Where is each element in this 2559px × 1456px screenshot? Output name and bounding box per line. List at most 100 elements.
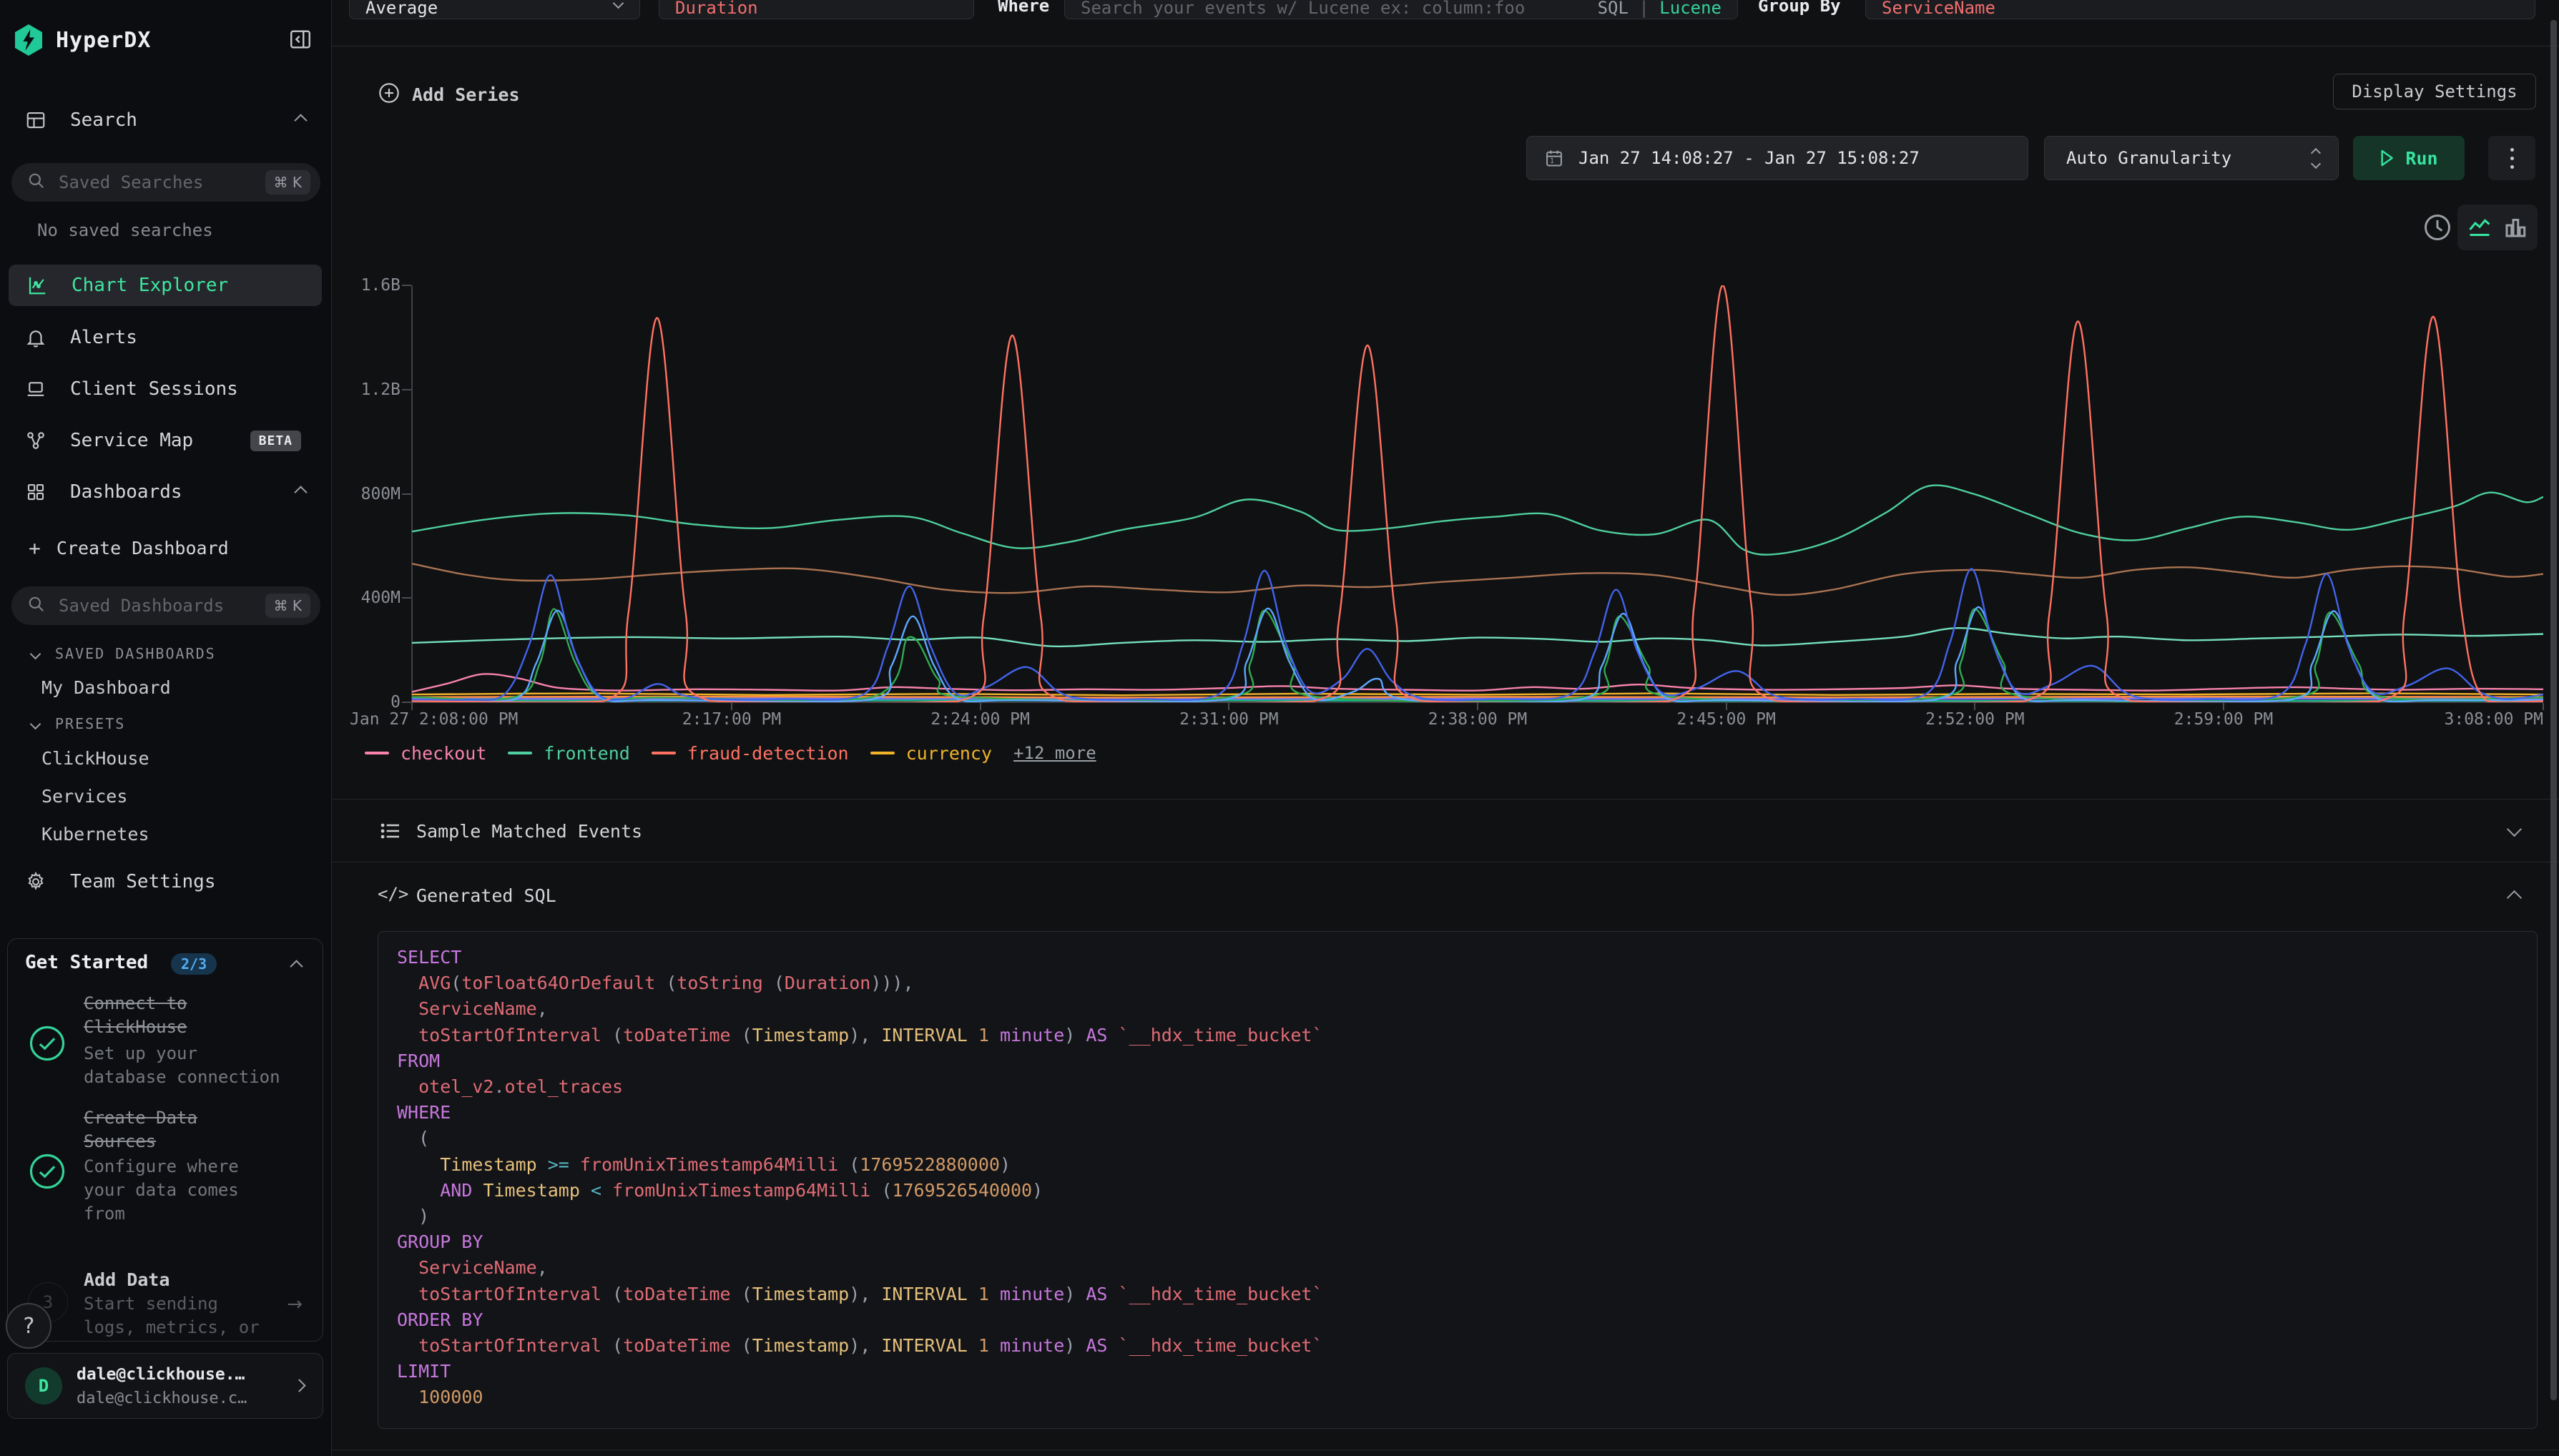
run-button[interactable]: Run (2353, 136, 2465, 180)
field-input[interactable]: Duration (659, 0, 974, 19)
line-chart-icon[interactable] (2467, 215, 2492, 240)
bell-icon (23, 327, 49, 348)
sidebar-item-alerts[interactable]: Alerts (0, 318, 331, 358)
play-icon (2379, 149, 2395, 167)
sql-line: AND Timestamp < fromUnixTimestamp64Milli… (397, 1178, 2518, 1204)
time-format-button[interactable] (2422, 212, 2453, 246)
add-series-label: Add Series (412, 84, 520, 105)
sidebar-item-services[interactable]: Services (41, 786, 127, 807)
chevron-up-icon[interactable] (2507, 890, 2522, 905)
get-started-step-title[interactable]: Connect toClickHouse (84, 992, 187, 1039)
legend-item-currency[interactable]: currency (870, 743, 992, 764)
sql-line: LIMIT (397, 1359, 2518, 1384)
group-by-value: ServiceName (1882, 0, 1995, 18)
sidebar-item-clickhouse[interactable]: ClickHouse (41, 748, 149, 769)
sidebar-item-label: Alerts (70, 327, 137, 348)
sql-line: ) (397, 1204, 2518, 1229)
saved-dashboards-placeholder: Saved Dashboards (59, 596, 265, 616)
hyperdx-logo-icon (11, 23, 46, 60)
sidebar-item-service-map[interactable]: Service Map BETA (0, 420, 331, 461)
sidebar-item-my-dashboard[interactable]: My Dashboard (41, 677, 171, 698)
legend-item-fraud-detection[interactable]: fraud-detection (652, 743, 849, 764)
chevron-down-icon[interactable] (2507, 822, 2522, 837)
sql-line: AVG(toFloat64OrDefault (toString (Durati… (397, 970, 2518, 996)
display-settings-button[interactable]: Display Settings (2333, 74, 2536, 109)
x-tick-label: 2:45:00 PM (1619, 710, 1834, 729)
create-dashboard-button[interactable]: + Create Dashboard (0, 531, 331, 565)
user-card[interactable]: D dale@clickhouse.… dale@clickhouse.c… (7, 1353, 323, 1419)
sidebar-item-client-sessions[interactable]: Client Sessions (0, 369, 331, 409)
timeseries-chart (412, 285, 2543, 702)
legend-item-frontend[interactable]: frontend (508, 743, 629, 764)
get-started-step-title[interactable]: Create DataSources (84, 1106, 197, 1154)
beta-badge: BETA (250, 431, 301, 451)
add-series-button[interactable]: Add Series (378, 80, 520, 109)
legend-label: frontend (544, 743, 629, 764)
chevron-up-icon[interactable] (294, 114, 307, 127)
avatar: D (25, 1367, 62, 1405)
question-mark-icon: ? (22, 1314, 35, 1339)
group-label: SAVED DASHBOARDS (55, 645, 216, 662)
language-toggle[interactable]: SQL | Lucene (1598, 0, 1721, 18)
granularity-select[interactable]: Auto Granularity (2044, 136, 2339, 180)
chevron-up-icon[interactable] (294, 486, 307, 498)
help-button[interactable]: ? (6, 1303, 51, 1349)
sql-code: SELECT AVG(toFloat64OrDefault (toString … (397, 945, 2518, 1411)
user-name: dale@clickhouse.… (77, 1365, 245, 1384)
legend-item-checkout[interactable]: checkout (365, 743, 486, 764)
sql-line: toStartOfInterval (toDateTime (Timestamp… (397, 1333, 2518, 1359)
sidebar-item-kubernetes[interactable]: Kubernetes (41, 824, 149, 845)
plus-icon: + (29, 536, 41, 560)
chevron-down-icon (30, 718, 41, 729)
sql-line: toStartOfInterval (toDateTime (Timestamp… (397, 1023, 2518, 1048)
x-tick-mark (1974, 703, 1975, 710)
chart-line-currency (412, 694, 2543, 696)
calendar-icon: 1 (1544, 148, 1564, 168)
sql-line: otel_v2.otel_traces (397, 1074, 2518, 1100)
clock-icon (2422, 212, 2453, 243)
saved-dashboards-input[interactable]: Saved Dashboards ⌘ K (11, 586, 320, 625)
sidebar-item-search[interactable]: Search (0, 100, 331, 140)
sidebar-item-dashboards[interactable]: Dashboards (0, 472, 331, 512)
legend-more-link[interactable]: +12 more (1013, 743, 1096, 763)
x-tick-mark (980, 703, 981, 710)
aggregation-select[interactable]: Average (349, 0, 640, 19)
chart-line-other-1 (412, 564, 2543, 595)
scrollbar[interactable] (2550, 20, 2557, 1400)
hyperdx-app: HyperDX Search Saved Searches ⌘ K No sav… (0, 0, 2559, 1456)
sidebar-item-chart-explorer[interactable]: Chart Explorer (9, 265, 322, 306)
get-started-title: Get Started (25, 952, 148, 973)
saved-dashboards-group-header[interactable]: SAVED DASHBOARDS (31, 645, 216, 662)
svg-text:1: 1 (1550, 157, 1554, 165)
sidebar-item-label: Service Map (70, 430, 193, 451)
chevron-up-icon[interactable] (290, 960, 303, 973)
sql-line: WHERE (397, 1100, 2518, 1126)
date-range-picker[interactable]: 1 Jan 27 14:08:27 - Jan 27 15:08:27 (1526, 136, 2028, 180)
display-settings-label: Display Settings (2352, 82, 2517, 102)
sample-matched-events-header[interactable]: Sample Matched Events (416, 821, 642, 842)
chart-legend: checkout frontend fraud-detection currency +… (365, 741, 1096, 765)
sql-line: SELECT (397, 945, 2518, 970)
code-icon: </> (378, 884, 408, 904)
brand-row: HyperDX (0, 19, 331, 62)
generated-sql-header[interactable]: Generated SQL (416, 885, 556, 906)
x-tick-mark (731, 703, 732, 710)
collapse-sidebar-icon[interactable] (288, 27, 313, 54)
generated-sql-panel[interactable]: SELECT AVG(toFloat64OrDefault (toString … (378, 931, 2538, 1429)
chevron-right-icon (293, 1379, 305, 1392)
more-options-button[interactable] (2488, 136, 2535, 180)
get-started-step-title[interactable]: Add Data (84, 1268, 170, 1292)
search-events-input[interactable]: Search your events w/ Lucene ex: column:… (1064, 0, 1738, 19)
presets-group-header[interactable]: PRESETS (31, 715, 125, 732)
bar-chart-icon[interactable] (2502, 215, 2528, 240)
saved-searches-input[interactable]: Saved Searches ⌘ K (11, 163, 320, 202)
x-tick-label: 3:08:00 PM (2445, 710, 2543, 729)
dashboards-grid-icon (23, 481, 49, 503)
x-tick-label: 2:52:00 PM (1867, 710, 2082, 729)
group-by-input[interactable]: ServiceName (1865, 0, 2535, 19)
legend-dash-icon (365, 752, 389, 754)
group-label: PRESETS (55, 715, 125, 732)
sidebar: HyperDX Search Saved Searches ⌘ K No sav… (0, 0, 332, 1456)
sidebar-item-team-settings[interactable]: Team Settings (0, 862, 331, 902)
shortcut-badge: ⌘ K (265, 170, 310, 195)
